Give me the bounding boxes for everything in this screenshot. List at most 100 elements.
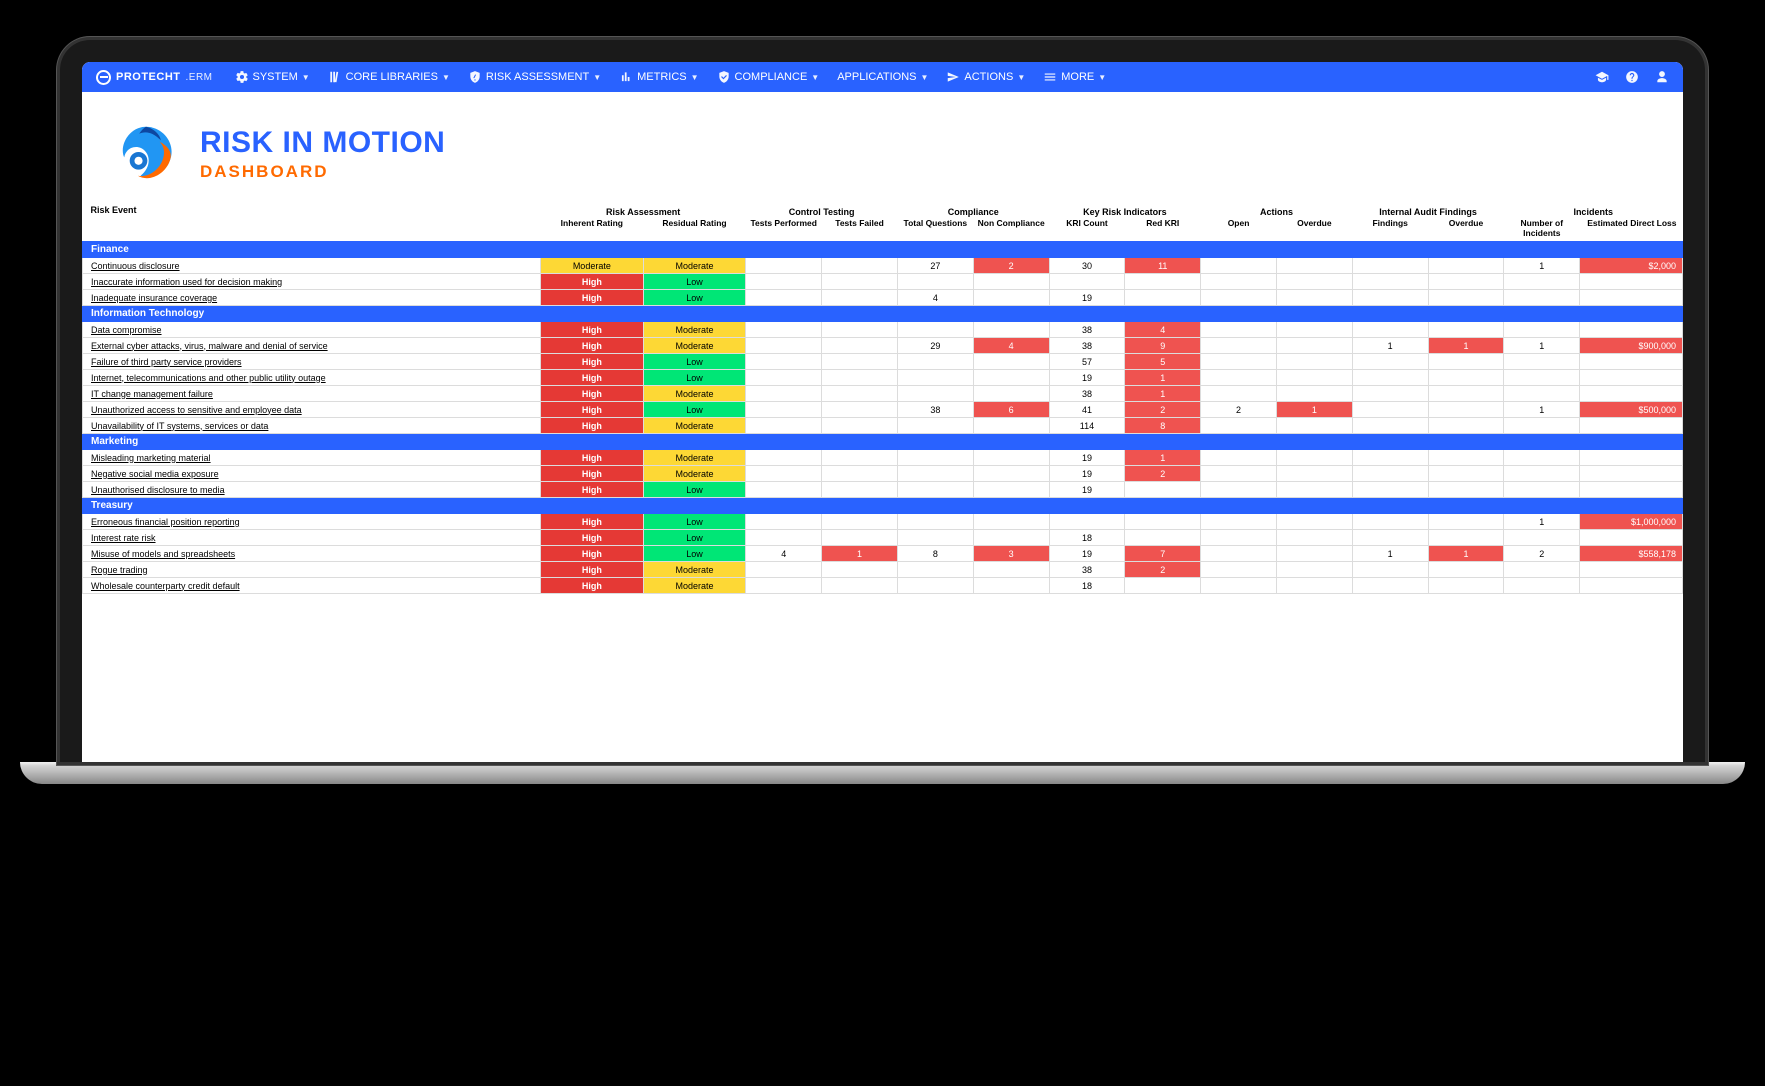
nav-item-metrics[interactable]: METRICS▼ [619, 70, 698, 84]
cell-total_q [897, 386, 973, 402]
risk-event-name[interactable]: Misleading marketing material [83, 450, 541, 466]
cell-total_q [897, 274, 973, 290]
cell-noncomp [973, 530, 1049, 546]
nav-item-risk-assessment[interactable]: RISK ASSESSMENT▼ [468, 70, 601, 84]
sub-header: Total Questions [897, 218, 973, 242]
risk-event-name[interactable]: Failure of third party service providers [83, 354, 541, 370]
cell-inherent: High [541, 562, 644, 578]
cell-open [1201, 578, 1277, 594]
nav-item-more[interactable]: MORE▼ [1043, 70, 1106, 84]
section-header[interactable]: Finance [83, 242, 1683, 258]
table-row: IT change management failureHighModerate… [83, 386, 1683, 402]
cell-loss: $500,000 [1580, 402, 1683, 418]
cell-overdue [1276, 274, 1352, 290]
sub-header: Overdue [1276, 218, 1352, 242]
chevron-down-icon: ▼ [691, 73, 699, 82]
cell-red_kri [1125, 514, 1201, 530]
nav-item-system[interactable]: SYSTEM ▼ [235, 70, 310, 84]
risk-event-name[interactable]: Unauthorized access to sensitive and emp… [83, 402, 541, 418]
risk-event-name[interactable]: IT change management failure [83, 386, 541, 402]
cell-inherent: High [541, 274, 644, 290]
section-header[interactable]: Information Technology [83, 306, 1683, 322]
cell-loss: $900,000 [1580, 338, 1683, 354]
dashboard-table: Risk EventRisk AssessmentControl Testing… [82, 202, 1683, 594]
cell-tests_fail [822, 338, 898, 354]
cell-kri: 19 [1049, 482, 1125, 498]
cell-residual: Moderate [643, 562, 746, 578]
cell-incidents [1504, 562, 1580, 578]
risk-event-name[interactable]: Inaccurate information used for decision… [83, 274, 541, 290]
cell-findings [1352, 482, 1428, 498]
cell-kri: 18 [1049, 578, 1125, 594]
table-row: Failure of third party service providers… [83, 354, 1683, 370]
risk-event-name[interactable]: Erroneous financial position reporting [83, 514, 541, 530]
cell-overdue [1276, 562, 1352, 578]
table-row: Unauthorised disclosure to mediaHighLow1… [83, 482, 1683, 498]
cell-total_q: 8 [897, 546, 973, 562]
risk-event-name[interactable]: Inadequate insurance coverage [83, 290, 541, 306]
cell-residual: Low [643, 402, 746, 418]
nav-label: SYSTEM [253, 71, 298, 83]
cell-inherent: High [541, 338, 644, 354]
cell-loss [1580, 322, 1683, 338]
nav-label: COMPLIANCE [735, 71, 808, 83]
cell-overdue [1276, 258, 1352, 274]
cell-total_q: 27 [897, 258, 973, 274]
laptop-base [20, 762, 1745, 784]
risk-event-name[interactable]: Internet, telecommunications and other p… [83, 370, 541, 386]
table-row: Rogue tradingHighModerate382 [83, 562, 1683, 578]
cell-kri: 18 [1049, 530, 1125, 546]
risk-event-name[interactable]: Wholesale counterparty credit default [83, 578, 541, 594]
nav-item-compliance[interactable]: COMPLIANCE▼ [717, 70, 820, 84]
cell-incidents [1504, 274, 1580, 290]
risk-event-name[interactable]: Negative social media exposure [83, 466, 541, 482]
nav-item-applications[interactable]: APPLICATIONS▼ [837, 71, 928, 83]
cell-tests_fail [822, 450, 898, 466]
help-icon[interactable] [1625, 70, 1639, 84]
cell-kri: 57 [1049, 354, 1125, 370]
cell-tests_fail [822, 386, 898, 402]
risk-event-name[interactable]: Interest rate risk [83, 530, 541, 546]
cell-red_kri: 8 [1125, 418, 1201, 434]
risk-event-name[interactable]: Unavailability of IT systems, services o… [83, 418, 541, 434]
risk-event-name[interactable]: External cyber attacks, virus, malware a… [83, 338, 541, 354]
nav-item-core-libraries[interactable]: CORE LIBRARIES▼ [328, 70, 450, 84]
cell-tests_perf [746, 322, 822, 338]
cell-tests_fail [822, 562, 898, 578]
sub-header: Estimated Direct Loss [1580, 218, 1683, 242]
section-header[interactable]: Treasury [83, 498, 1683, 514]
nav-item-actions[interactable]: ACTIONS▼ [946, 70, 1025, 84]
chevron-down-icon: ▼ [920, 73, 928, 82]
cell-residual: Moderate [643, 578, 746, 594]
cell-kri: 38 [1049, 562, 1125, 578]
cell-overdue [1276, 386, 1352, 402]
cell-loss [1580, 370, 1683, 386]
risk-event-name[interactable]: Data compromise [83, 322, 541, 338]
section-header[interactable]: Marketing [83, 434, 1683, 450]
cell-residual: Moderate [643, 450, 746, 466]
cell-overdue [1276, 514, 1352, 530]
graduation-icon[interactable] [1595, 70, 1609, 84]
cell-kri [1049, 514, 1125, 530]
risk-event-name[interactable]: Rogue trading [83, 562, 541, 578]
cell-tests_perf [746, 450, 822, 466]
cell-inherent: High [541, 482, 644, 498]
cell-incidents [1504, 322, 1580, 338]
cell-incidents: 1 [1504, 402, 1580, 418]
brand-logo[interactable]: PROTECHT.ERM [96, 70, 213, 85]
cell-inherent: Moderate [541, 258, 644, 274]
cell-incidents [1504, 418, 1580, 434]
cell-tests_perf [746, 578, 822, 594]
chevron-down-icon: ▼ [302, 73, 310, 82]
risk-event-name[interactable]: Misuse of models and spreadsheets [83, 546, 541, 562]
cell-tests_perf [746, 258, 822, 274]
risk-event-name[interactable]: Continuous disclosure [83, 258, 541, 274]
risk-event-name[interactable]: Unauthorised disclosure to media [83, 482, 541, 498]
colgroup-header: Actions [1201, 202, 1353, 218]
cell-incidents [1504, 450, 1580, 466]
cell-kri: 114 [1049, 418, 1125, 434]
cell-kri: 19 [1049, 466, 1125, 482]
cell-findings [1352, 466, 1428, 482]
cell-inherent: High [541, 578, 644, 594]
user-icon[interactable] [1655, 70, 1669, 84]
